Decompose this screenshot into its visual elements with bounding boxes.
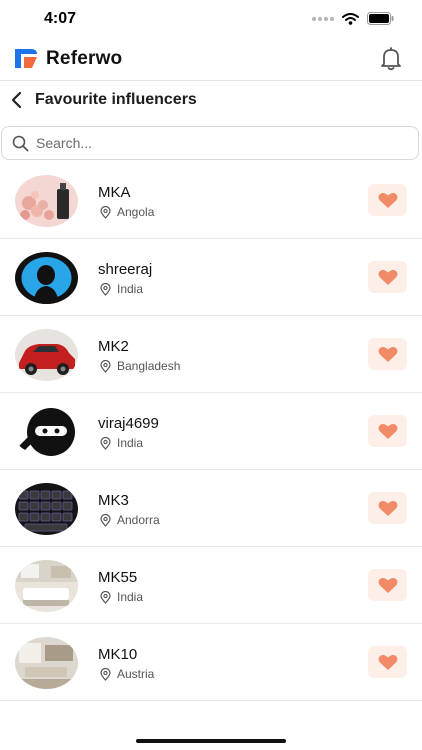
page-title: Favourite influencers [35,91,197,108]
referwo-logo-icon [15,49,37,68]
location-text: India [117,590,144,604]
location-text: Austria [117,667,155,681]
favourite-button[interactable] [368,492,407,524]
location-pin-icon [100,513,111,527]
location-pin-icon [100,205,111,219]
search-input[interactable] [36,127,406,159]
location-pin-icon [100,282,111,296]
influencer-row[interactable]: MK2 Bangladesh [0,316,422,393]
heart-icon [378,654,397,670]
status-time: 4:07 [44,10,77,27]
heart-icon [378,269,397,285]
influencer-avatar [15,175,78,227]
influencer-location: Andorra [100,513,160,527]
heart-icon [378,577,397,593]
search-icon [12,135,29,152]
influencer-row[interactable]: MK10 Austria [0,624,422,701]
signal-icon [312,16,334,21]
back-arrow-icon[interactable] [10,91,24,109]
location-pin-icon [100,590,111,604]
favourite-button[interactable] [368,569,407,601]
app-header: Referwo [0,38,422,81]
influencer-row[interactable]: viraj4699 India [0,393,422,470]
influencer-row[interactable]: MKA Angola [0,162,422,239]
influencer-row[interactable]: MK3 Andorra [0,470,422,547]
favourite-button[interactable] [368,184,407,216]
heart-icon [378,500,397,516]
influencer-name: MKA [98,184,131,201]
status-bar: 4:07 [0,0,422,38]
influencer-location: India [100,590,143,604]
location-text: Andorra [117,513,160,527]
heart-icon [378,192,397,208]
influencer-name: MK10 [98,646,138,663]
location-text: Angola [117,205,155,219]
influencer-row[interactable]: MK55 India [0,547,422,624]
influencer-avatar [15,637,78,689]
influencer-avatar [15,252,78,304]
influencer-avatar [15,406,78,458]
influencer-name: MK55 [98,569,138,586]
page-header: Favourite influencers [0,82,422,122]
influencer-avatar [15,560,78,612]
heart-icon [378,423,397,439]
influencer-location: Bangladesh [100,359,180,373]
influencer-location: India [100,282,143,296]
wifi-icon [342,12,359,25]
home-indicator [136,739,286,743]
influencer-list: MKA Angola shreeraj India MK2 Bangladesh… [0,162,422,701]
favourite-button[interactable] [368,261,407,293]
search-bar[interactable] [1,126,419,160]
heart-icon [378,346,397,362]
influencer-name: MK3 [98,492,129,509]
influencer-name: viraj4699 [98,415,159,432]
influencer-location: India [100,436,143,450]
location-pin-icon [100,359,111,373]
notification-bell-icon[interactable] [380,47,402,71]
influencer-name: MK2 [98,338,129,355]
location-text: India [117,436,144,450]
influencer-avatar [15,483,78,535]
brand-name: Referwo [46,48,123,69]
influencer-name: shreeraj [98,261,153,278]
battery-icon [367,12,394,25]
location-pin-icon [100,436,111,450]
location-text: India [117,282,144,296]
favourite-button[interactable] [368,415,407,447]
influencer-location: Austria [100,667,154,681]
status-icons [312,12,394,25]
favourite-button[interactable] [368,646,407,678]
favourite-button[interactable] [368,338,407,370]
location-pin-icon [100,667,111,681]
location-text: Bangladesh [117,359,181,373]
influencer-row[interactable]: shreeraj India [0,239,422,316]
influencer-location: Angola [100,205,154,219]
influencer-avatar [15,329,78,381]
